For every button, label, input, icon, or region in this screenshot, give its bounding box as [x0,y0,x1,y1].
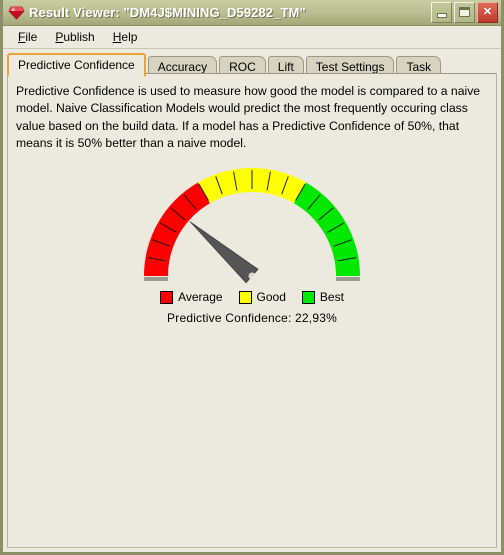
legend-item-average: Average [160,290,223,305]
legend-swatch-best [301,290,315,304]
tab-label: ROC [229,60,256,74]
result-viewer-window: Result Viewer: "DM4J$MINING_D59282_TM" ✕… [0,0,504,555]
minimize-icon [437,13,447,18]
legend-label-good: Good [256,290,286,305]
window-titlebar[interactable]: Result Viewer: "DM4J$MINING_D59282_TM" ✕ [3,0,501,26]
window-title: Result Viewer: "DM4J$MINING_D59282_TM" [29,5,306,20]
legend-swatch-average [160,290,174,304]
legend-swatch-good [238,290,252,304]
window-controls: ✕ [431,2,498,23]
tab-label: Task [406,60,432,74]
close-button[interactable]: ✕ [477,2,498,23]
close-icon: ✕ [482,6,493,18]
legend-item-good: Good [238,290,286,305]
gauge-svg [144,168,360,284]
tab-label: Lift [277,60,294,74]
tab-label: Test Settings [315,60,385,74]
maximize-icon [459,7,470,17]
tab-predictive-confidence[interactable]: Predictive Confidence [7,53,146,77]
legend-label-best: Best [319,290,344,305]
predictive-confidence-panel: Predictive Confidence is used to measure… [7,73,497,548]
minimize-button[interactable] [431,2,452,23]
predictive-confidence-value: Predictive Confidence: 22,93% [167,311,337,326]
menu-item-help[interactable]: Help [104,28,147,46]
gauge-legend: Average Good Best [8,290,496,304]
legend-label-average: Average [178,290,223,305]
predictive-confidence-gauge [122,166,382,288]
gem-icon [7,4,25,22]
legend-item-best: Best [301,290,344,305]
maximize-button[interactable] [454,2,475,23]
tab-label: Predictive Confidence [18,58,135,72]
menubar: File Publish Help [3,26,501,49]
description-text: Predictive Confidence is used to measure… [16,84,481,150]
tab-label: Accuracy [157,60,208,74]
menu-item-file[interactable]: File [9,28,46,46]
menu-item-publish[interactable]: Publish [46,28,103,46]
